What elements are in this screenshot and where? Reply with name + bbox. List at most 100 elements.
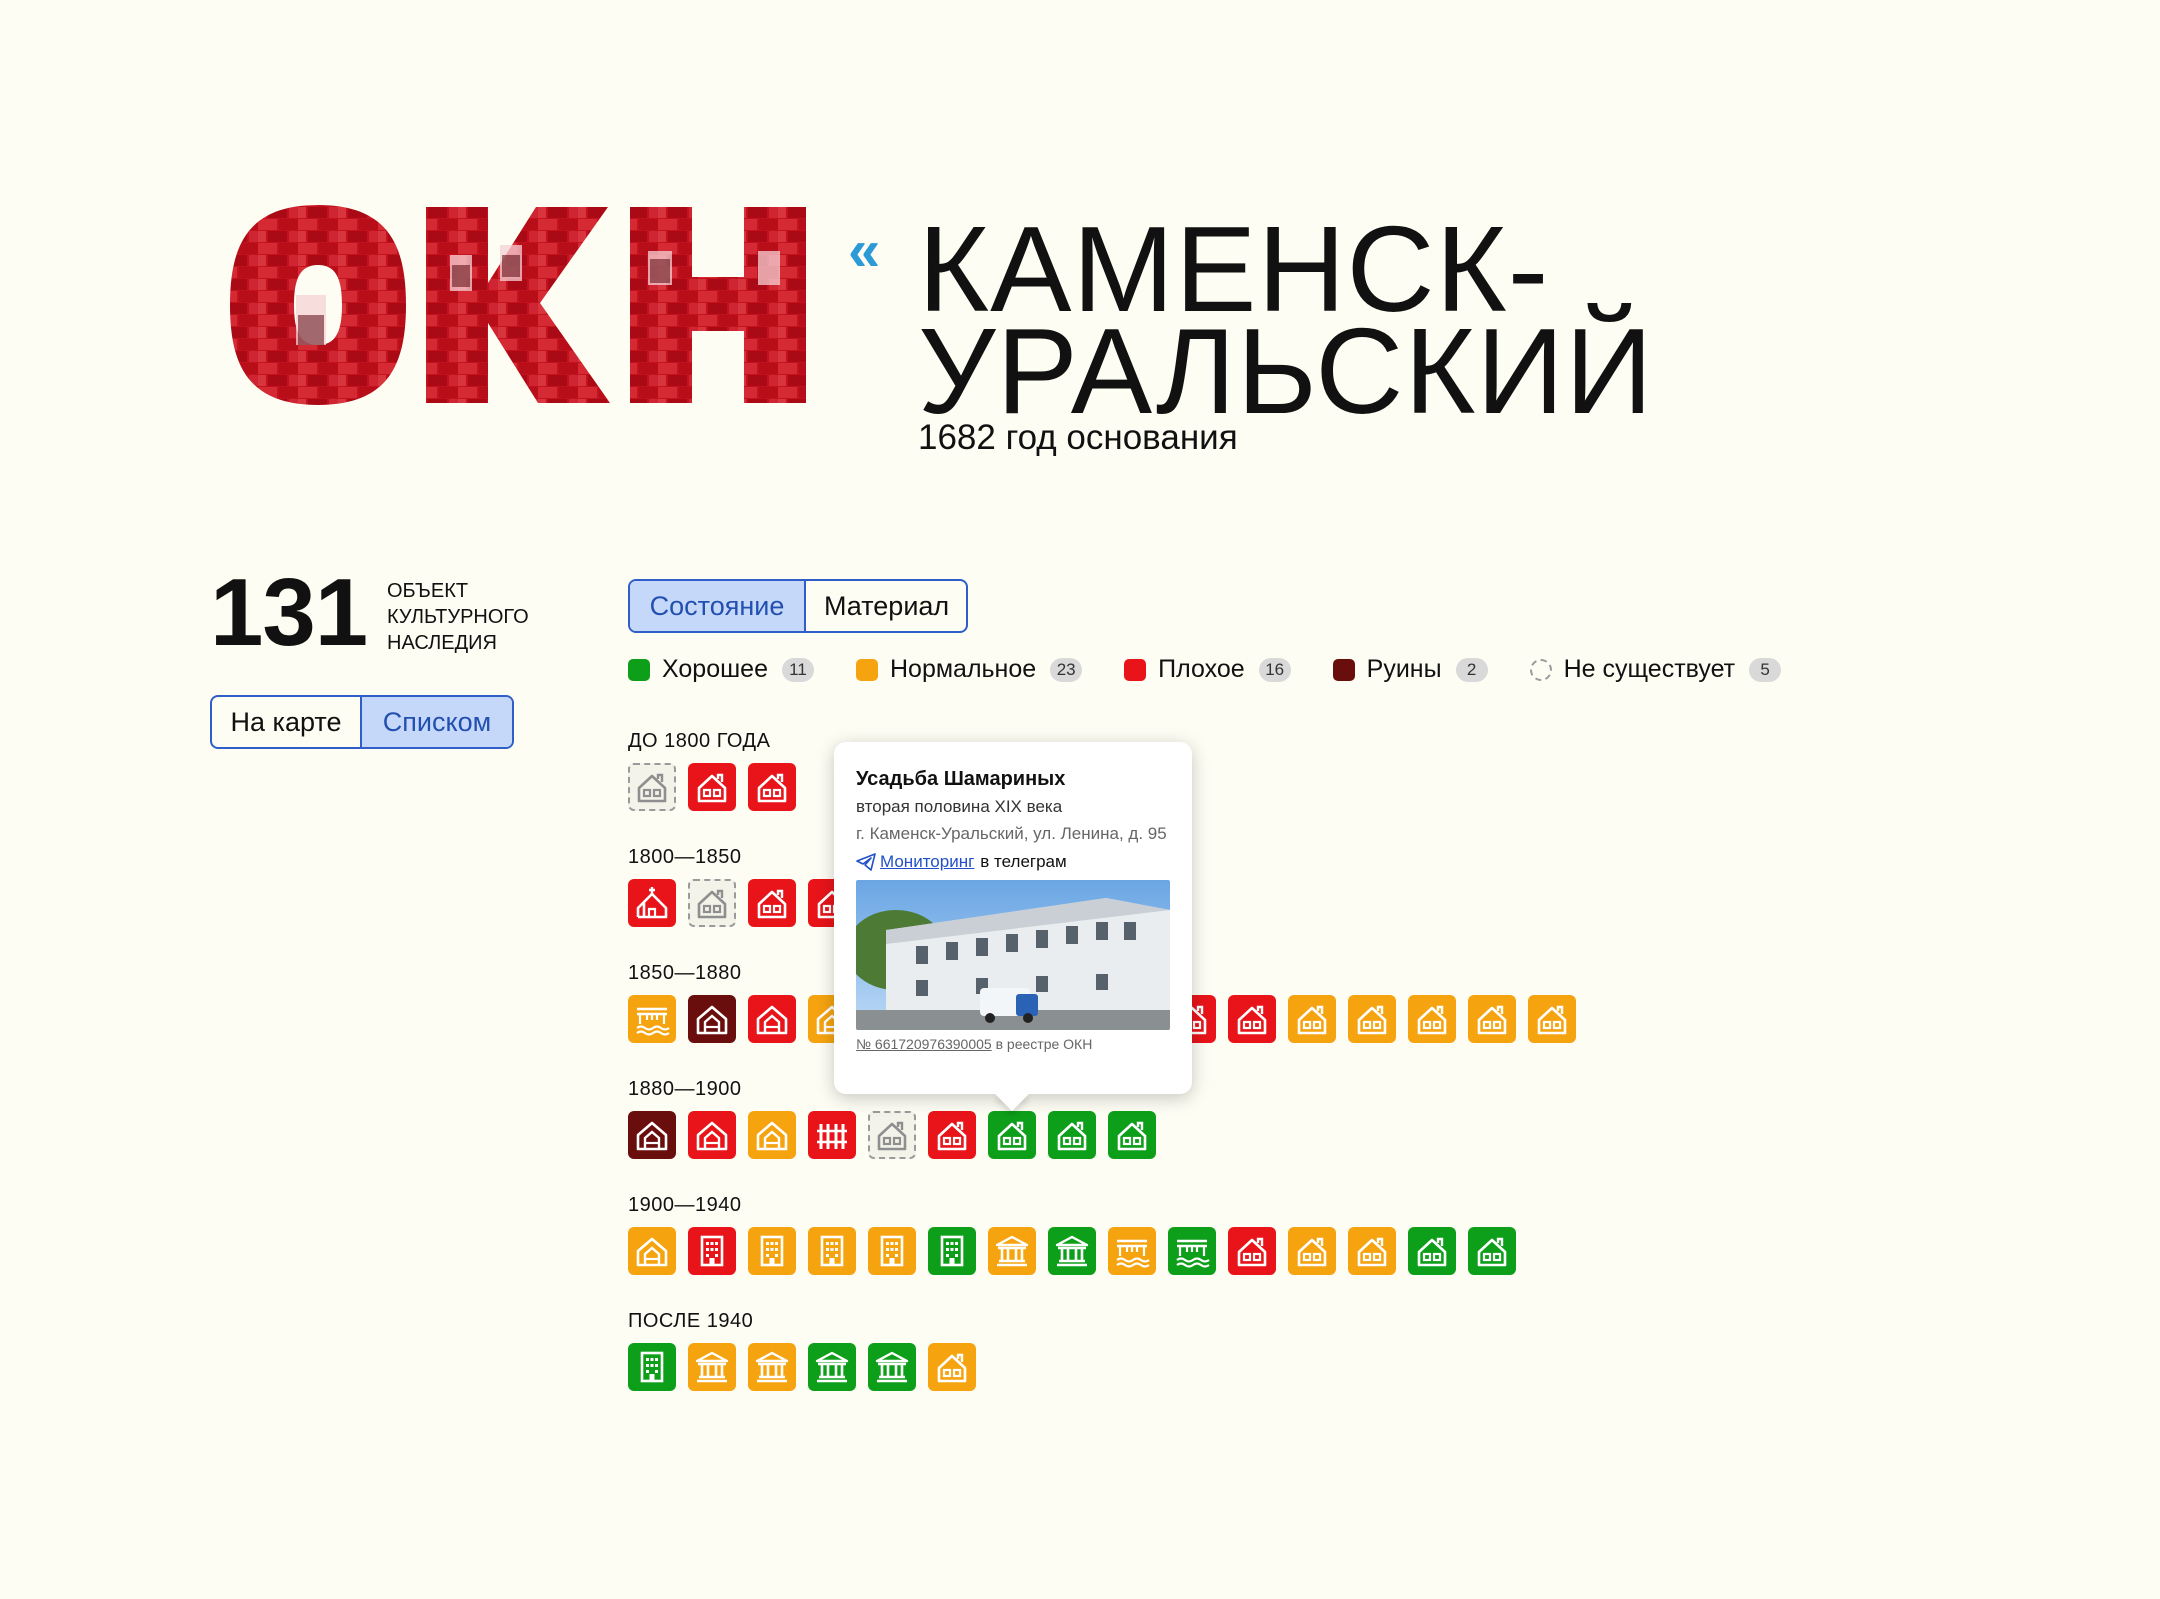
house-icon [697, 889, 727, 919]
monitoring-suffix: в телеграм [980, 852, 1067, 871]
map-view-button[interactable]: На карте [212, 697, 360, 747]
church-icon [636, 887, 668, 919]
period-row [628, 1111, 1168, 1159]
temple-icon [695, 1351, 729, 1383]
heritage-object-tile[interactable] [1468, 995, 1516, 1043]
heritage-object-tile[interactable] [1468, 1227, 1516, 1275]
heritage-object-tile[interactable] [1048, 1227, 1096, 1275]
legend-none-label: Не существует [1563, 655, 1736, 683]
heritage-object-tile[interactable] [868, 1111, 916, 1159]
legend-item-bad[interactable]: Плохое 16 [1124, 655, 1291, 684]
material-mode-button[interactable]: Материал [804, 581, 966, 631]
legend-bad-count: 16 [1258, 657, 1291, 682]
heritage-object-tile[interactable] [1348, 995, 1396, 1043]
state-mode-button[interactable]: Состояние [630, 581, 804, 631]
list-view-button[interactable]: Списком [360, 697, 512, 747]
heritage-object-tile[interactable] [1528, 995, 1576, 1043]
heritage-object-tile[interactable] [688, 763, 736, 811]
legend-bad-swatch [1124, 658, 1147, 681]
heritage-object-tile[interactable] [628, 763, 676, 811]
period-label: 1880—1900 [628, 1078, 742, 1100]
house-icon [1237, 1005, 1267, 1035]
heritage-object-tile[interactable] [988, 1111, 1036, 1159]
heritage-object-tile[interactable] [928, 1343, 976, 1391]
heritage-object-tile[interactable] [1408, 1227, 1456, 1275]
tower-icon [700, 1235, 724, 1267]
heritage-object-tile[interactable] [988, 1227, 1036, 1275]
heritage-object-tile[interactable] [808, 1227, 856, 1275]
heritage-object-tile[interactable] [1228, 995, 1276, 1043]
heritage-object-tile[interactable] [808, 1343, 856, 1391]
heritage-object-tile[interactable] [748, 995, 796, 1043]
heritage-object-tile[interactable] [628, 1111, 676, 1159]
tower-icon [940, 1235, 964, 1267]
registry-number-link[interactable]: № 661720976390005 [856, 1036, 992, 1052]
heritage-object-tile[interactable] [628, 879, 676, 927]
legend-ruins-label: Руины [1366, 655, 1442, 683]
house-icon [997, 1121, 1027, 1151]
legend-item-none[interactable]: Не существует 5 [1529, 655, 1782, 684]
heritage-object-tile[interactable] [928, 1111, 976, 1159]
temple-icon [995, 1235, 1029, 1267]
tower-icon [820, 1235, 844, 1267]
tooltip-title: Усадьба Шамариных [856, 768, 1066, 790]
legend-item-ruins[interactable]: Руины 2 [1332, 655, 1488, 684]
heritage-object-tile[interactable] [868, 1343, 916, 1391]
period-row [628, 879, 868, 927]
heritage-object-tile[interactable] [1408, 995, 1456, 1043]
heritage-object-tile[interactable] [748, 1343, 796, 1391]
heritage-object-tile[interactable] [628, 1343, 676, 1391]
temple-icon [755, 1351, 789, 1383]
house-icon [1117, 1121, 1147, 1151]
heritage-object-tile[interactable] [1288, 1227, 1336, 1275]
heritage-object-tile[interactable] [688, 1343, 736, 1391]
legend-good-count: 11 [781, 657, 814, 682]
heritage-object-tile[interactable] [688, 995, 736, 1043]
barn-icon [696, 1121, 728, 1151]
heritage-object-tile[interactable] [688, 1111, 736, 1159]
heritage-object-tile[interactable] [628, 995, 676, 1043]
house-icon [697, 773, 727, 803]
heritage-object-tile[interactable] [1228, 1227, 1276, 1275]
tower-icon [640, 1351, 664, 1383]
house-icon [937, 1121, 967, 1151]
state-legend: Хорошее 11 Нормальное 23 Плохое 16 Руины… [628, 655, 1823, 684]
legend-good-swatch [628, 658, 650, 681]
city-title: КАМЕНСК- УРАЛЬСКИЙ [918, 201, 1654, 439]
heritage-object-tile[interactable] [748, 879, 796, 927]
legend-item-normal[interactable]: Нормальное 23 [855, 655, 1083, 684]
monitoring-link[interactable]: Мониторинг [880, 852, 974, 872]
heritage-object-tile[interactable] [748, 1111, 796, 1159]
heritage-object-tile[interactable] [688, 879, 736, 927]
legend-item-good[interactable]: Хорошее 11 [628, 655, 814, 684]
tooltip-registry: № 661720976390005 в реестре ОКН [856, 1036, 1170, 1052]
heritage-object-tile[interactable] [1288, 995, 1336, 1043]
heritage-object-tile[interactable] [1108, 1111, 1156, 1159]
period-label: 1800—1850 [628, 846, 742, 868]
heritage-object-tile[interactable] [1348, 1227, 1396, 1275]
back-chevron-icon[interactable]: « [848, 222, 880, 280]
registry-suffix: в реестре ОКН [995, 1036, 1093, 1052]
heritage-object-tile[interactable] [688, 1227, 736, 1275]
house-icon [1357, 1237, 1387, 1267]
house-icon [1357, 1005, 1387, 1035]
heritage-object-tile[interactable] [1048, 1111, 1096, 1159]
barn-icon [696, 1005, 728, 1035]
heritage-object-tile[interactable] [748, 763, 796, 811]
heritage-object-tile[interactable] [1108, 1227, 1156, 1275]
bridge-icon [1176, 1239, 1210, 1268]
house-icon [757, 889, 787, 919]
period-row [628, 1343, 988, 1391]
house-icon [1537, 1005, 1567, 1035]
heritage-object-tile[interactable] [1168, 1227, 1216, 1275]
legend-none-swatch [1529, 658, 1552, 681]
house-icon [1417, 1005, 1447, 1035]
heritage-object-tile[interactable] [808, 1111, 856, 1159]
heritage-object-tile[interactable] [928, 1227, 976, 1275]
barn-icon [636, 1237, 668, 1267]
heritage-object-tile[interactable] [748, 1227, 796, 1275]
barn-icon [636, 1121, 668, 1151]
tooltip-period: вторая половина XIX века [856, 797, 1063, 816]
heritage-object-tile[interactable] [868, 1227, 916, 1275]
heritage-object-tile[interactable] [628, 1227, 676, 1275]
